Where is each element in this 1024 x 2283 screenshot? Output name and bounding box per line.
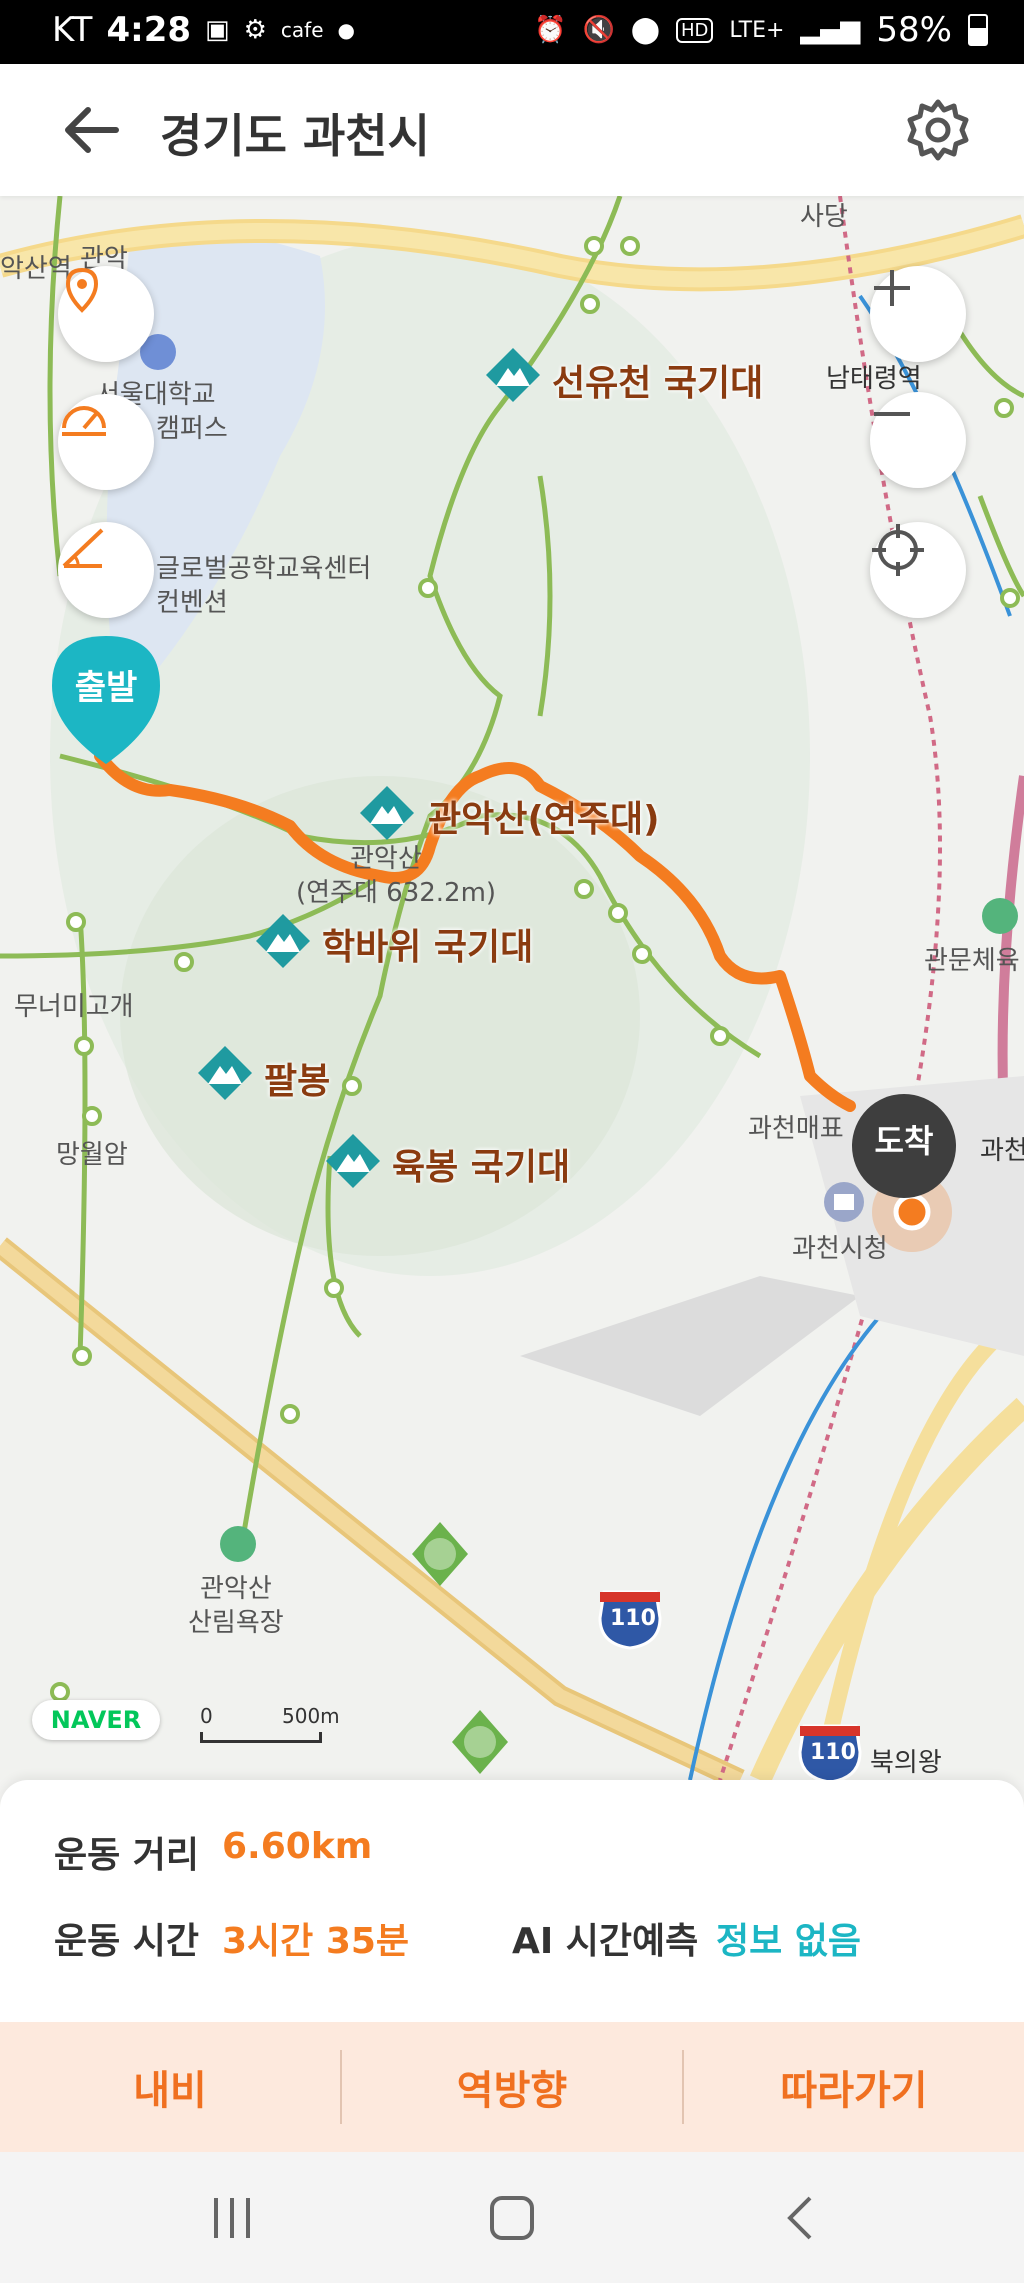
- highway-110-label-south: 110: [810, 1740, 856, 1765]
- signal-icon: ▂▄▆: [800, 15, 861, 45]
- zoom-in-button[interactable]: [870, 266, 966, 362]
- start-marker[interactable]: 출발: [52, 636, 160, 764]
- clock: 4:28: [106, 10, 192, 50]
- carrier-label: KT: [52, 10, 93, 50]
- label-namtaeryeong-station: 남태령역: [826, 364, 922, 394]
- mountain-peak-icon: [256, 914, 310, 968]
- system-nav-bar: [0, 2152, 1024, 2283]
- crosshair-icon: [872, 524, 924, 576]
- battery-icon: [968, 14, 988, 46]
- arrival-marker[interactable]: 도착: [852, 1094, 956, 1198]
- home-icon: [490, 2196, 534, 2240]
- recent-apps-button[interactable]: [200, 2188, 264, 2248]
- time-value: 3시간 35분: [222, 1921, 410, 1962]
- mountain-peak-icon: [360, 786, 414, 840]
- map-view[interactable]: 악산역 관악 사당 서울대학교 캠퍼스 남태령역 글로벌공학교육센터 컨벤션 관…: [0, 196, 1024, 1780]
- mute-icon: 🔇: [582, 15, 615, 45]
- chevron-left-icon: [787, 2196, 812, 2240]
- peak-label-palbong[interactable]: 팔봉: [264, 1052, 330, 1104]
- battery-percent: 58%: [876, 10, 952, 50]
- settings-button[interactable]: [904, 96, 972, 164]
- speedometer-icon: [62, 406, 106, 436]
- label-gwanaksan-line1: 관악산: [350, 844, 422, 874]
- cafe-app-icon: ⚙: [243, 15, 267, 45]
- mountain-peak-icon: [198, 1046, 252, 1100]
- label-mangwolam: 망월암: [56, 1140, 128, 1170]
- notification-dot-icon: ●: [337, 18, 355, 42]
- label-gwacheon-ticket: 과천매표: [748, 1114, 844, 1144]
- action-bar: 내비 역방향 따라가기: [0, 2022, 1024, 2152]
- label-gwacheon-city-hall: 과천시청: [792, 1234, 888, 1264]
- ai-prediction-value: 정보 없음: [716, 1921, 862, 1962]
- highway-110-label: 110: [610, 1606, 656, 1631]
- cafe-label: cafe: [280, 18, 324, 42]
- label-global-center-line2: 컨벤션: [156, 588, 228, 618]
- home-button[interactable]: [480, 2188, 544, 2248]
- mountain-peak-icon: [326, 1134, 380, 1188]
- label-forest-line2: 산림욕장: [188, 1608, 284, 1638]
- label-gwanaksan-line2: (연주대 632.2m): [296, 878, 497, 908]
- scale-distance-label: 500m: [282, 1704, 340, 1728]
- label-muneomigogae: 무너미고개: [14, 992, 134, 1022]
- ai-prediction-label: AI 시간예측: [512, 1921, 699, 1962]
- page-title: 경기도 과천시: [160, 109, 430, 163]
- gallery-icon: ▣: [205, 15, 230, 45]
- distance-label: 운동 거리: [54, 1835, 200, 1876]
- app-bar: 경기도 과천시: [0, 64, 1024, 196]
- slope-icon: [62, 528, 104, 568]
- time-label: 운동 시간: [54, 1921, 200, 1962]
- speedometer-button[interactable]: [58, 394, 154, 490]
- scale-bar: [200, 1732, 322, 1743]
- plus-icon: [874, 270, 910, 306]
- alarm-icon: ⏰: [534, 15, 567, 45]
- zoom-out-button[interactable]: [870, 392, 966, 488]
- location-icon: ⬤: [630, 15, 661, 45]
- location-pin-button[interactable]: [58, 266, 154, 362]
- label-gwacheon-edge: 과천: [980, 1136, 1024, 1166]
- mountain-peak-icon: [486, 348, 540, 402]
- system-back-button[interactable]: [770, 2188, 834, 2248]
- hd-icon: HD: [676, 17, 714, 43]
- my-location-button[interactable]: [870, 522, 966, 618]
- label-global-center-line1: 글로벌공학교육센터: [156, 554, 372, 584]
- scale-zero-label: 0: [200, 1704, 213, 1728]
- back-arrow-icon: [65, 107, 119, 153]
- peak-label-gwanaksan[interactable]: 관악산(연주대): [428, 790, 660, 842]
- status-bar: KT 4:28 ▣ ⚙ cafe ● ⏰ 🔇 ⬤ HD LTE+ ▂▄▆ 58%: [0, 0, 1024, 64]
- elevation-button[interactable]: [58, 522, 154, 618]
- naver-logo: NAVER: [32, 1700, 160, 1740]
- status-right: ⏰ 🔇 ⬤ HD LTE+ ▂▄▆ 58%: [534, 10, 988, 50]
- route-info-panel: 운동 거리 6.60km 운동 시간 3시간 35분 AI 시간예측 정보 없음: [0, 1780, 1024, 2022]
- peak-label-yukbong[interactable]: 육봉 국기대: [392, 1138, 570, 1190]
- gear-icon: [907, 99, 969, 161]
- navigation-button[interactable]: 내비: [0, 2022, 340, 2152]
- label-forest-line1: 관악산: [200, 1574, 272, 1604]
- map-scale: 0 500m: [196, 1704, 356, 1748]
- network-label: LTE+: [729, 17, 785, 43]
- label-bukuiwang: 북의왕: [870, 1748, 942, 1778]
- back-button[interactable]: [56, 94, 128, 166]
- recent-apps-icon: [214, 2198, 250, 2238]
- reverse-direction-button[interactable]: 역방향: [342, 2022, 682, 2152]
- label-sadang: 사당: [800, 202, 848, 232]
- distance-value: 6.60km: [222, 1826, 373, 1867]
- status-left: KT 4:28 ▣ ⚙ cafe ●: [52, 10, 355, 50]
- peak-label-seonyucheon[interactable]: 선유천 국기대: [552, 354, 763, 406]
- follow-route-button[interactable]: 따라가기: [684, 2022, 1024, 2152]
- label-gwanmun-sports: 관문체육: [924, 946, 1020, 976]
- location-pin-icon: [65, 267, 99, 313]
- label-snu-line2: 캠퍼스: [156, 414, 228, 444]
- minus-icon: [874, 412, 910, 416]
- peak-label-hakbawi[interactable]: 학바위 국기대: [322, 918, 533, 970]
- start-marker-label: 출발: [74, 668, 138, 708]
